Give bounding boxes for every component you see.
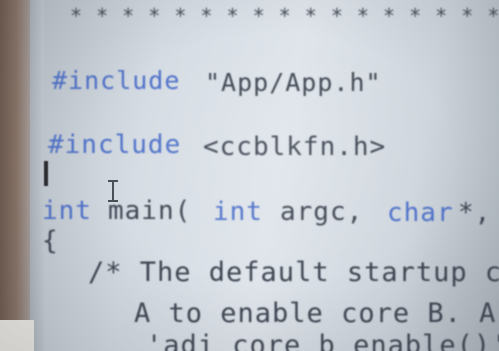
code-editor: * * * * * * * * * * * * * * * * * * * #i… (0, 0, 499, 351)
comment-line-3: 'adi_core_b_enable()' (146, 330, 499, 351)
text-cursor (44, 161, 48, 186)
include-directive-1: #include (52, 66, 181, 95)
comment-stars-line: * * * * * * * * * * * * * * * * * * * (70, 4, 499, 28)
ibeam-cursor-icon (108, 180, 118, 202)
keyword-char: char (387, 198, 454, 228)
comment-line-2: A to enable core B. A (134, 298, 497, 329)
open-brace: { (42, 226, 59, 256)
comment-line-1: /* The default startup c (88, 257, 499, 288)
background-glare (0, 320, 34, 351)
param-argc: argc, (280, 197, 364, 227)
param-tail: *, (458, 198, 492, 228)
include-directive-2: #include (48, 130, 182, 160)
photo-of-monitor: * * * * * * * * * * * * * * * * * * * #i… (0, 0, 499, 351)
keyword-int: int (42, 196, 92, 226)
include-path-2: <ccblkfn.h> (203, 132, 387, 162)
include-path-1: "App/App.h" (205, 68, 382, 97)
keyword-int-param: int (213, 197, 263, 227)
function-main: main( (108, 196, 192, 226)
